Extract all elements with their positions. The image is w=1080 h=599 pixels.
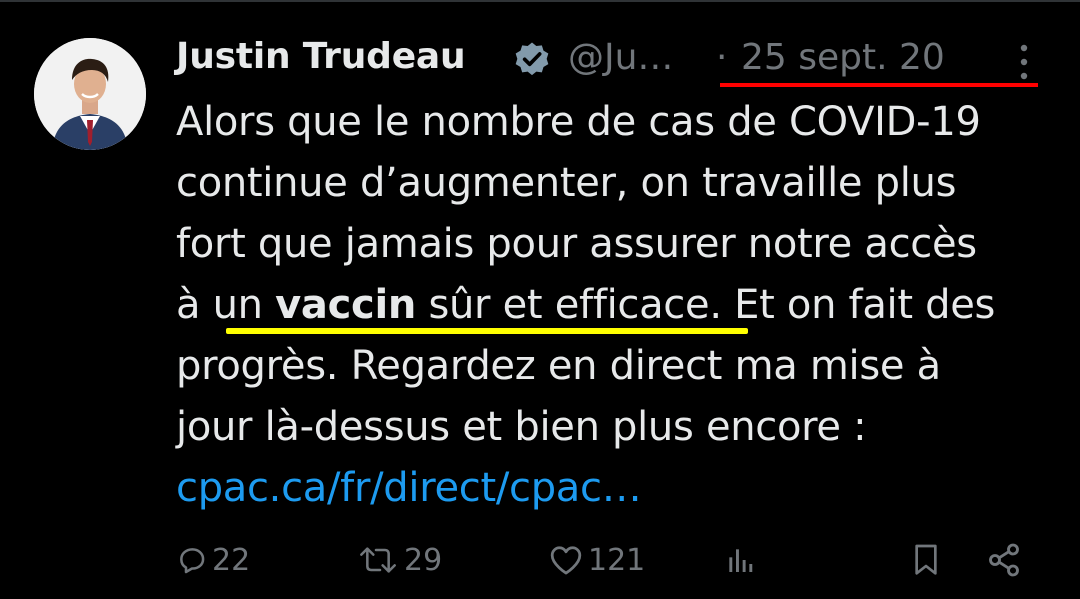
share-icon — [989, 543, 1019, 577]
tweet-header: Justin Trudeau @Ju… · 25 sept. 20 — [176, 30, 1046, 86]
author-name[interactable]: Justin Trudeau — [176, 36, 466, 77]
share-button[interactable] — [986, 530, 1022, 590]
bookmark-icon — [915, 544, 937, 575]
reply-button[interactable]: 22 — [176, 530, 250, 590]
like-button[interactable]: 121 — [548, 530, 645, 590]
tweet-text-line: progrès. Regardez en direct ma mise à — [176, 343, 941, 389]
divider — [0, 0, 1080, 2]
views-button[interactable] — [724, 530, 756, 590]
separator-dot: · — [716, 37, 728, 78]
tweet-card[interactable]: Justin Trudeau @Ju… · 25 sept. 20 Alors … — [0, 0, 1080, 599]
tweet-text-line: continue d’augmenter, on travaille plus — [176, 160, 957, 206]
verified-badge-icon — [515, 42, 549, 76]
tweet-date[interactable]: 25 sept. 20 — [741, 37, 945, 78]
heart-icon — [550, 546, 582, 575]
tweet-text-line: fort que jamais pour assurer notre accès — [176, 221, 977, 267]
reply-icon — [180, 548, 205, 574]
tweet-text-line: jour là-dessus et bien plus encore : — [176, 404, 867, 450]
reply-count: 22 — [212, 542, 251, 578]
tweet-text-line: Alors que le nombre de cas de COVID-19 — [176, 99, 981, 145]
retweet-button[interactable]: 29 — [356, 530, 442, 590]
action-bar: 22 29 121 — [0, 530, 1080, 590]
retweet-count: 29 — [404, 542, 443, 578]
bookmark-button[interactable] — [910, 530, 942, 590]
tweet-text-bold: vaccin — [275, 282, 417, 328]
tweet-text-line: à un vaccin sûr et efficace. Et on fait … — [176, 275, 1056, 336]
annotation-underline-yellow — [226, 328, 748, 334]
tweet-text-segment: à un — [176, 282, 276, 328]
tweet-text-segment: sûr et efficace. Et on fait des — [416, 282, 996, 328]
author-handle[interactable]: @Ju… — [568, 37, 673, 78]
avatar[interactable] — [34, 38, 146, 150]
retweet-icon — [360, 547, 396, 573]
annotation-underline-red — [720, 83, 1038, 87]
like-count: 121 — [588, 542, 646, 578]
tweet-link[interactable]: cpac.ca/fr/direct/cpac… — [176, 458, 1056, 519]
tweet-text: Alors que le nombre de cas de COVID-19 c… — [176, 92, 1056, 519]
more-vertical-icon[interactable] — [1010, 42, 1038, 82]
analytics-icon — [729, 549, 753, 572]
